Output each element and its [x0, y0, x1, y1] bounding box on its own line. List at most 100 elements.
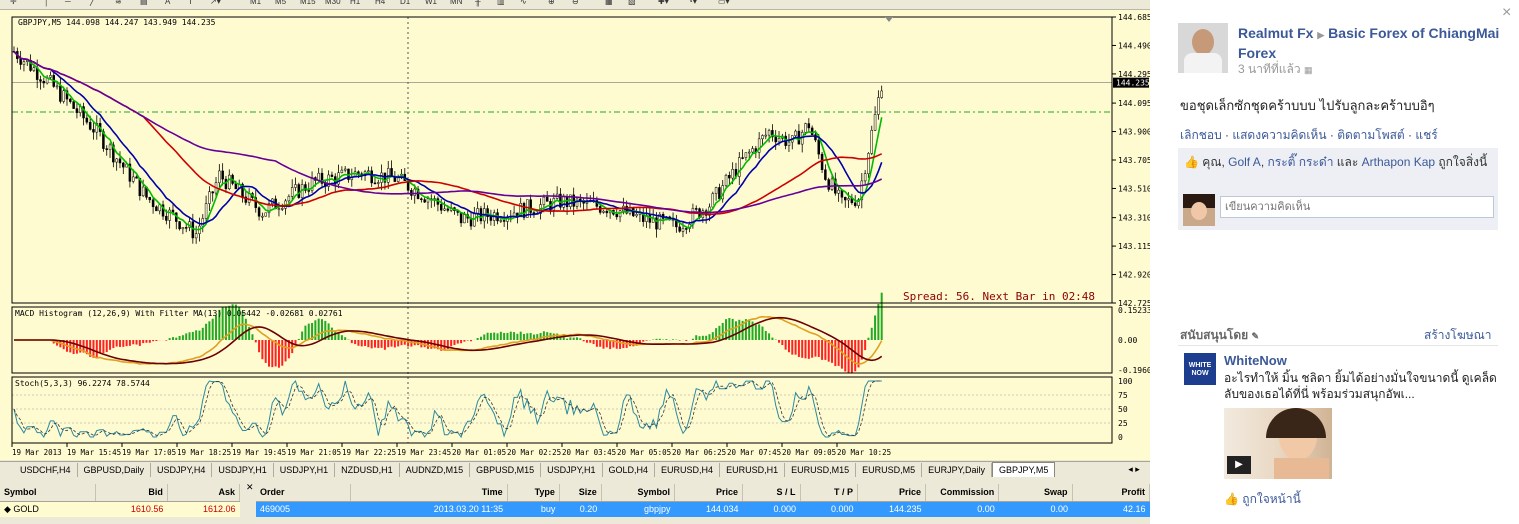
chart-tab[interactable]: EURUSD,M5 [856, 463, 923, 477]
order-row[interactable]: 469005 2013.03.20 11:35 buy 0.20 gbpjpy 144.0… [256, 501, 1150, 517]
close-icon[interactable]: × [1502, 4, 1511, 22]
chart-canvas[interactable]: 144.685 144.490 144.295 144.095 143.900 143.7… [0, 10, 1150, 460]
autoscroll-icon[interactable]: ▦ [605, 0, 613, 6]
macd-bar [244, 318, 247, 340]
vertical-line-tool-icon[interactable]: │ [44, 0, 49, 6]
fibonacci-tool-icon[interactable]: ▤ [140, 0, 148, 6]
zoom-out-icon[interactable]: ⊖ [572, 0, 579, 6]
chart-tab[interactable]: AUDNZD,M15 [400, 463, 471, 477]
crosshair-tool-icon[interactable]: ✛ [10, 0, 17, 6]
period-button-m15[interactable]: M15 [300, 0, 316, 6]
orders-header[interactable]: Commission [925, 484, 1000, 502]
like-user-link[interactable]: Arthapon Kap [1362, 155, 1435, 169]
comment-link[interactable]: แสดงความคิดเห็น [1232, 128, 1326, 142]
candle-body [141, 186, 145, 197]
text-tool-icon[interactable]: A [165, 0, 170, 6]
chart-tab[interactable]: USDJPY,H1 [212, 463, 274, 477]
period-button-m1[interactable]: M1 [250, 0, 261, 6]
candle-body [747, 151, 751, 154]
orders-header[interactable]: T / P [800, 484, 859, 502]
order-cell-profit: 42.16 [1072, 501, 1150, 517]
period-button-h1[interactable]: H1 [350, 0, 360, 6]
ad-image[interactable]: ▶ [1224, 408, 1332, 479]
like-user-link[interactable]: Golf A [1228, 155, 1261, 169]
terminal-close-icon[interactable]: ✕ [246, 482, 254, 493]
chart-tab[interactable]: EURUSD,M15 [785, 463, 857, 477]
candle-body [853, 202, 857, 206]
bar-chart-icon[interactable]: ╫ [475, 0, 481, 6]
author-avatar[interactable] [1178, 23, 1228, 73]
ad-like-link[interactable]: ถูกใจหน้านี้ [1242, 492, 1300, 506]
period-button-w1[interactable]: W1 [425, 0, 437, 6]
chart-tab[interactable]: GBPUSD,Daily [78, 463, 152, 477]
orders-header[interactable]: Swap [998, 484, 1073, 502]
chart-tab[interactable]: GBPJPY,M5 [991, 462, 1056, 477]
zoom-in-icon[interactable]: ⊕ [548, 0, 555, 6]
market-watch-header[interactable]: Ask [167, 484, 241, 502]
play-icon[interactable]: ▶ [1227, 456, 1251, 474]
orders-header[interactable]: Price [857, 484, 927, 502]
orders-header[interactable]: Order [256, 484, 351, 502]
post-time-text[interactable]: 3 นาทีที่แล้ว [1238, 62, 1301, 76]
chart-tab[interactable]: USDJPY,H1 [274, 463, 336, 477]
macd-bar [569, 337, 572, 340]
chart-tab[interactable]: EURUSD,H1 [720, 463, 786, 477]
time-label: 20 Mar 10:25 [837, 448, 891, 457]
indicators-icon[interactable]: ✚▾ [658, 0, 669, 6]
price-label: 144.685 [1118, 13, 1150, 22]
market-watch-header[interactable]: Bid [95, 484, 168, 502]
candle-chart-icon[interactable]: ▥ [497, 0, 505, 6]
candle-body [343, 168, 347, 171]
channel-tool-icon[interactable]: ≋ [115, 0, 122, 6]
chart-tab[interactable]: EURUSD,H4 [655, 463, 721, 477]
chart-tab[interactable]: USDJPY,H4 [151, 463, 213, 477]
create-ad-link[interactable]: สร้างโฆษณา [1424, 326, 1492, 345]
orders-header[interactable]: Time [350, 484, 508, 502]
share-link[interactable]: แชร์ [1415, 128, 1437, 142]
like-user-link[interactable]: กระติ๊ กระด๋า [1267, 155, 1333, 169]
orders-header[interactable]: Size [559, 484, 602, 502]
author-link[interactable]: Realmut Fx [1238, 25, 1313, 41]
chart-tab[interactable]: NZDUSD,H1 [335, 463, 400, 477]
candle-body [294, 184, 297, 188]
period-button-d1[interactable]: D1 [400, 0, 410, 6]
macd-bar [602, 340, 605, 349]
orders-header[interactable]: S / L [742, 484, 801, 502]
tab-scroll-arrows[interactable]: ◂ ▸ [1118, 462, 1150, 477]
macd-bar [297, 339, 300, 340]
chart-header: GBPJPY,M5 144.098 144.247 143.949 144.23… [18, 18, 216, 27]
orders-header[interactable]: Price [674, 484, 743, 502]
orders-header[interactable]: Type [507, 484, 560, 502]
unlike-link[interactable]: เลิกชอบ [1180, 128, 1222, 142]
follow-post-link[interactable]: ติดตามโพสต์ [1337, 128, 1405, 142]
candle-body [390, 168, 393, 177]
periods-menu-icon[interactable]: ◔▾ [688, 0, 697, 6]
chart-tab[interactable]: GOLD,H4 [603, 463, 656, 477]
macd-bar [460, 340, 463, 344]
arrows-tool-icon[interactable]: ↗▾ [210, 0, 221, 6]
period-button-m30[interactable]: M30 [325, 0, 341, 6]
chart-shift-icon[interactable]: ▧ [628, 0, 636, 6]
ad-title[interactable]: WhiteNow [1224, 353, 1287, 368]
chart-tab[interactable]: USDJPY,H1 [541, 463, 603, 477]
comment-input[interactable] [1220, 196, 1494, 218]
chart-tab[interactable]: USDCHF,H4 [14, 463, 78, 477]
ad-text[interactable]: อะไรทำให้ มิ้น ชลิดา ยิ้มได้อย่างมั่นใจข… [1224, 370, 1504, 402]
line-chart-icon[interactable]: ∿ [520, 0, 527, 6]
period-button-mn[interactable]: MN [450, 0, 462, 6]
market-watch-row[interactable]: ◆ GOLD 1610.56 1612.06 [0, 501, 240, 517]
chart-tab[interactable]: EURJPY,Daily [922, 463, 992, 477]
trendline-tool-icon[interactable]: ╱ [90, 0, 95, 6]
price-chart[interactable]: 144.685 144.490 144.295 144.095 143.900 143.7… [0, 10, 1150, 460]
market-watch-header[interactable]: Symbol [0, 484, 96, 502]
period-button-m5[interactable]: M5 [275, 0, 286, 6]
orders-header[interactable]: Profit [1072, 484, 1151, 502]
macd-bar [513, 332, 516, 340]
ad-logo[interactable]: WHITE NOW [1184, 353, 1216, 385]
label-tool-icon[interactable]: T [188, 0, 193, 6]
orders-header[interactable]: Symbol [601, 484, 675, 502]
templates-icon[interactable]: ▭▾ [718, 0, 730, 6]
period-button-h4[interactable]: H4 [375, 0, 385, 6]
chart-tab[interactable]: GBPUSD,M15 [470, 463, 542, 477]
horizontal-line-tool-icon[interactable]: ─ [65, 0, 71, 6]
